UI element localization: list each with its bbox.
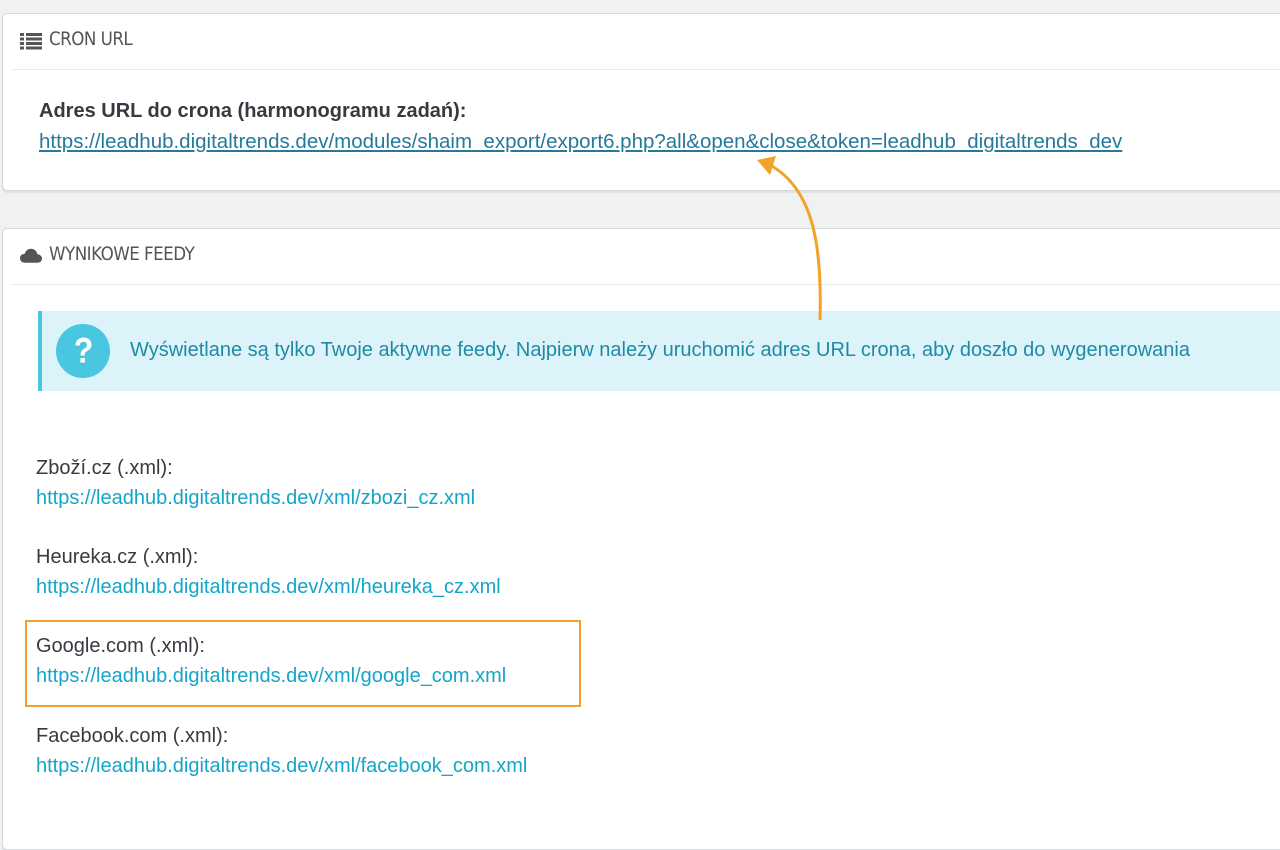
feed-url-link[interactable]: https://leadhub.digitaltrends.dev/xml/go… <box>36 664 506 688</box>
panel-title: WYNIKOWE FEEDY <box>49 243 195 265</box>
feed-url-link[interactable]: https://leadhub.digitaltrends.dev/xml/fa… <box>36 754 527 778</box>
feed-label: Google.com (.xml): <box>36 635 205 657</box>
panel-title: CRON URL <box>49 28 133 50</box>
info-alert-text: Wyświetlane są tylko Twoje aktywne feedy… <box>130 339 1190 361</box>
cron-url-link[interactable]: https://leadhub.digitaltrends.dev/module… <box>39 130 1122 154</box>
feed-item-google: Google.com (.xml): https://leadhub.digit… <box>36 634 506 688</box>
feed-label: Heureka.cz (.xml): <box>36 546 199 568</box>
panel-heading: CRON URL <box>11 14 1280 70</box>
list-icon <box>20 33 42 50</box>
feed-item-zbozi: Zboží.cz (.xml): https://leadhub.digital… <box>36 456 475 510</box>
feed-url-link[interactable]: https://leadhub.digitaltrends.dev/xml/he… <box>36 575 501 599</box>
feed-label: Facebook.com (.xml): <box>36 725 229 747</box>
info-alert: Wyświetlane są tylko Twoje aktywne feedy… <box>38 311 1280 391</box>
feed-url-link[interactable]: https://leadhub.digitaltrends.dev/xml/zb… <box>36 486 475 510</box>
panel-heading: WYNIKOWE FEEDY <box>11 229 1280 285</box>
question-circle-icon <box>56 324 110 378</box>
cloud-icon <box>20 248 42 263</box>
feed-label: Zboží.cz (.xml): <box>36 457 173 479</box>
cron-url-panel: CRON URL Adres URL do crona (harmonogram… <box>2 13 1280 191</box>
cron-url-label: Adres URL do crona (harmonogramu zadań): <box>39 100 467 122</box>
feed-item-heureka: Heureka.cz (.xml): https://leadhub.digit… <box>36 545 501 599</box>
feed-item-facebook: Facebook.com (.xml): https://leadhub.dig… <box>36 724 527 778</box>
